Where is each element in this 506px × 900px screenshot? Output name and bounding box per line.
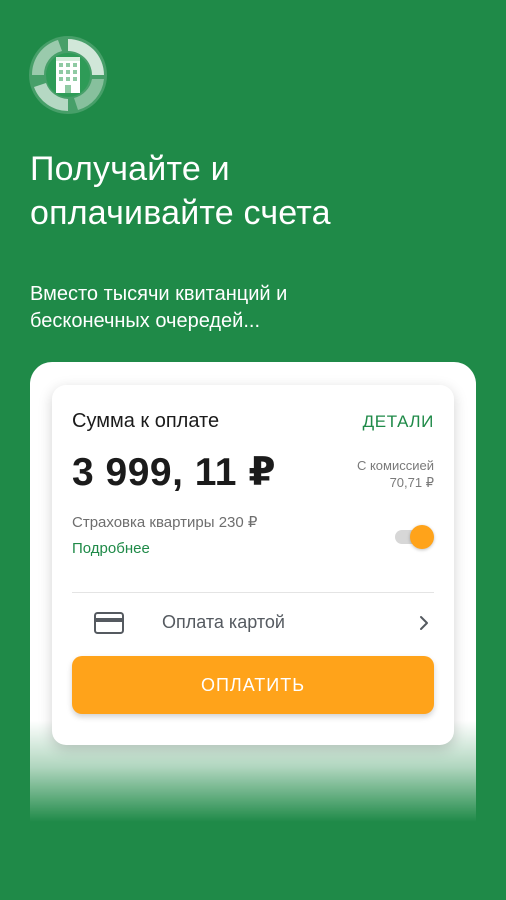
subtitle-line-2: бесконечных очередей... — [30, 310, 261, 332]
divider — [72, 592, 434, 593]
payment-amount: 3 999, 11 ₽ — [72, 451, 276, 494]
chevron-right-icon — [418, 614, 430, 632]
commission-info: С комиссией 70,71 ₽ — [357, 457, 434, 491]
headline: Получайте и оплачивайте счета — [30, 147, 480, 235]
pay-button-label: ОПЛАТИТЬ — [200, 675, 306, 695]
commission-value: 70,71 ₽ — [389, 475, 434, 490]
payment-method-row[interactable]: Оплата картой — [72, 605, 434, 641]
payment-amount-title: Сумма к оплате — [72, 410, 220, 432]
building-logo-icon — [28, 35, 108, 115]
pay-button[interactable]: ОПЛАТИТЬ — [72, 656, 434, 714]
commission-label: С комиссией — [356, 458, 434, 473]
insurance-toggle[interactable] — [395, 525, 435, 549]
subtitle-line-1: Вместо тысячи квитанций и — [30, 283, 288, 305]
payment-card: Сумма к оплате ДЕТАЛИ 3 999, 11 ₽ С коми… — [52, 385, 454, 745]
subtitle: Вместо тысячи квитанций и бесконечных оч… — [30, 281, 470, 335]
more-link[interactable]: Подробнее — [72, 540, 150, 557]
details-link[interactable]: ДЕТАЛИ — [363, 412, 434, 432]
headline-line-2: оплачивайте счета — [30, 194, 331, 232]
headline-line-1: Получайте и — [30, 150, 230, 188]
insurance-label: Страховка квартиры 230 ₽ — [72, 514, 258, 531]
toggle-thumb — [410, 525, 434, 549]
credit-card-icon — [94, 612, 124, 634]
payment-method-label: Оплата картой — [162, 612, 285, 632]
